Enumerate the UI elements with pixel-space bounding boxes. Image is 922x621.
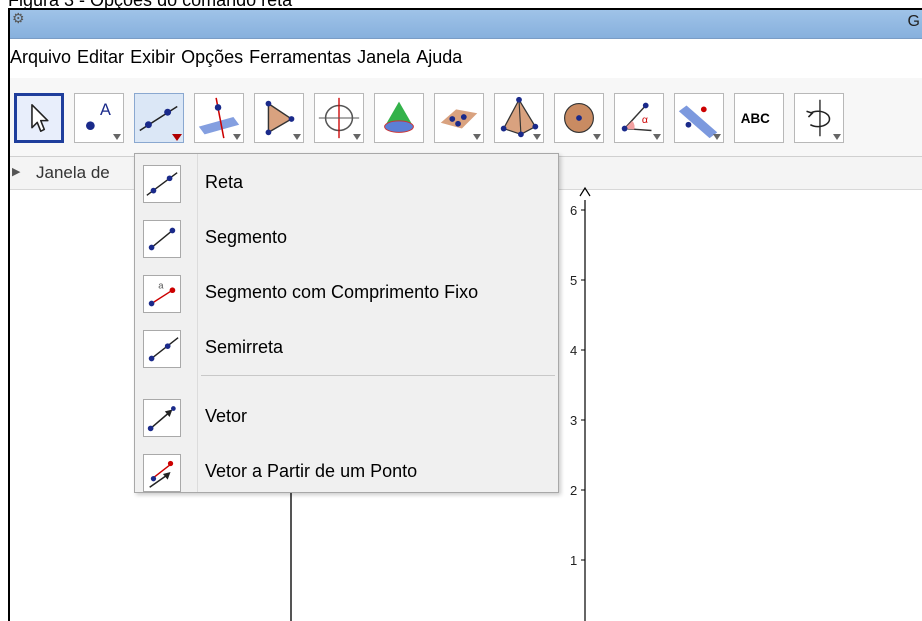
circle-tool-button[interactable] <box>314 93 364 143</box>
perpendicular-tool-button[interactable] <box>194 93 244 143</box>
dropdown-item-label: Segmento <box>205 227 288 247</box>
title-bar: ⚙ G <box>10 10 922 39</box>
dropdown-item-segmento-fixo[interactable]: a Segmento com Comprimento Fixo <box>135 266 558 322</box>
y-axis-ticks: 6543210 <box>570 203 585 568</box>
menu-janela[interactable]: Janela <box>357 47 414 68</box>
dropdown-item-label: Vetor a Partir de um Ponto <box>205 461 418 481</box>
angle-tool-button[interactable]: α <box>614 93 664 143</box>
angle-tool-glyph: α <box>642 114 648 126</box>
fixed-segment-icon: a <box>143 275 181 313</box>
plane-tool-button[interactable] <box>434 93 484 143</box>
menu-editar[interactable]: Editar <box>77 47 128 68</box>
rotate-view-tool-button[interactable] <box>794 93 844 143</box>
menu-arquivo[interactable]: Arquivo <box>10 47 75 68</box>
line-icon <box>143 165 181 203</box>
menu-opcoes[interactable]: Opções <box>181 47 247 68</box>
window-title: G <box>907 13 920 30</box>
dropdown-item-reta[interactable]: Reta <box>135 156 558 212</box>
dropdown-item-label: Semirreta <box>205 337 284 357</box>
menu-bar: Arquivo Editar Exibir Opções Ferramentas… <box>10 39 922 75</box>
menu-ferramentas[interactable]: Ferramentas <box>249 47 355 68</box>
fixed-segment-glyph: a <box>158 280 164 291</box>
dropdown-item-semirreta[interactable]: Semirreta <box>135 321 558 377</box>
move-tool-button[interactable] <box>14 93 64 143</box>
y-tick-label: 4 <box>570 343 577 358</box>
text-tool-icon: ABC <box>741 111 770 126</box>
y-tick-label: 1 <box>570 553 577 568</box>
line-tools-dropdown: Reta Segmento a Segmento com Comprimento… <box>134 153 559 493</box>
text-tool-glyph: ABC <box>741 111 770 126</box>
y-tick-label: 6 <box>570 203 577 218</box>
vector-icon <box>143 399 181 437</box>
sphere-tool-button[interactable] <box>554 93 604 143</box>
move-tool-icon <box>31 104 49 132</box>
y-tick-label: 2 <box>570 483 577 498</box>
dropdown-separator <box>201 375 555 376</box>
panel-title: Janela de <box>36 163 110 182</box>
pyramid-tool-button[interactable] <box>494 93 544 143</box>
vector-from-point-icon <box>143 454 181 492</box>
app-icon: ⚙ <box>12 10 25 26</box>
ray-icon <box>143 330 181 368</box>
menu-exibir[interactable]: Exibir <box>130 47 179 68</box>
cone-tool-icon <box>384 101 414 133</box>
text-tool-button[interactable]: ABC <box>734 93 784 143</box>
dropdown-item-label: Segmento com Comprimento Fixo <box>205 282 479 302</box>
panel-collapse-icon[interactable]: ▶ <box>12 165 20 178</box>
point-tool-glyph: A <box>100 101 111 119</box>
y-tick-label: 5 <box>570 273 577 288</box>
line-tool-button[interactable] <box>134 93 184 143</box>
dropdown-item-label: Reta <box>205 172 244 192</box>
dropdown-item-segmento[interactable]: Segmento <box>135 211 558 267</box>
toolbar: A α ABC <box>10 78 922 157</box>
dropdown-item-vetor-ponto[interactable]: Vetor a Partir de um Ponto <box>135 445 558 501</box>
segment-icon <box>143 220 181 258</box>
y-tick-label: 3 <box>570 413 577 428</box>
geogebra-window: ⚙ G Arquivo Editar Exibir Opções Ferrame… <box>8 8 922 621</box>
menu-ajuda[interactable]: Ajuda <box>416 47 466 68</box>
dropdown-item-vetor[interactable]: Vetor <box>135 390 558 446</box>
polygon-tool-button[interactable] <box>254 93 304 143</box>
dropdown-item-label: Vetor <box>205 406 248 426</box>
cone-tool-button[interactable] <box>374 93 424 143</box>
reflect-tool-button[interactable] <box>674 93 724 143</box>
point-tool-button[interactable]: A <box>74 93 124 143</box>
